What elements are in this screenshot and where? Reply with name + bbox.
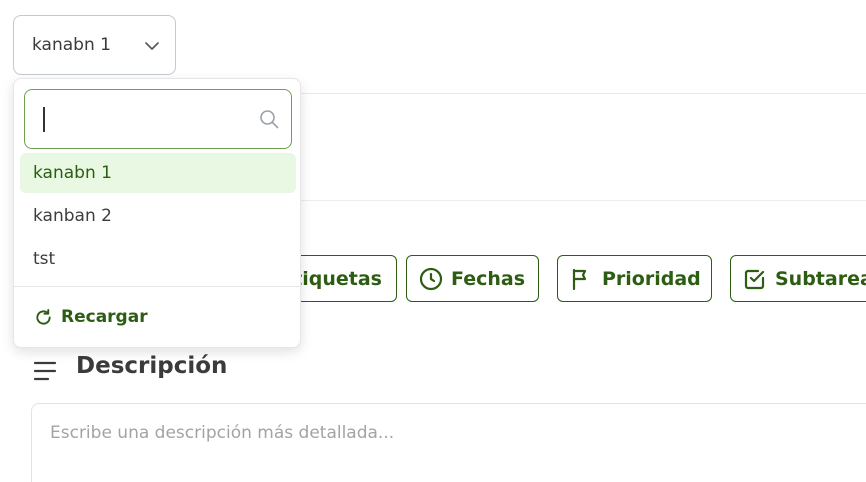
search-field[interactable] — [24, 89, 292, 149]
text-lines-icon — [33, 361, 57, 381]
page: Etiquetas Fechas Prioridad Subtareas Des… — [0, 0, 866, 482]
description-field[interactable]: Escribe una descripción más detallada... — [31, 403, 866, 482]
description-title: Descripción — [76, 353, 228, 379]
text-caret — [43, 107, 45, 132]
dates-button-label: Fechas — [451, 267, 526, 290]
flag-icon — [572, 268, 587, 290]
board-option-label: tst — [33, 249, 56, 269]
refresh-icon — [36, 308, 51, 325]
board-dropdown: kanabn 1 kanban 2 tst Recargar — [13, 78, 301, 348]
reload-button-label: Recargar — [61, 307, 148, 327]
priority-button[interactable]: Prioridad — [557, 255, 712, 302]
description-placeholder: Escribe una descripción más detallada... — [50, 423, 395, 443]
board-option-kanban-2[interactable]: kanban 2 — [20, 196, 296, 236]
dropdown-divider — [14, 286, 300, 287]
board-option-kanabn-1[interactable]: kanabn 1 — [20, 153, 296, 193]
card-divider-top — [300, 93, 866, 94]
chevron-down-icon — [145, 42, 159, 50]
checkbox-icon — [744, 269, 765, 289]
board-option-label: kanban 2 — [33, 206, 112, 226]
card-divider-middle — [300, 200, 866, 201]
subtasks-button-label: Subtareas — [775, 267, 866, 290]
priority-button-label: Prioridad — [602, 267, 701, 290]
search-icon[interactable] — [259, 109, 279, 129]
board-option-tst[interactable]: tst — [20, 239, 296, 279]
reload-button[interactable]: Recargar — [34, 305, 148, 329]
board-select-value: kanabn 1 — [32, 35, 111, 55]
dates-button[interactable]: Fechas — [406, 255, 539, 302]
clock-icon — [419, 267, 443, 290]
search-input[interactable] — [39, 98, 249, 140]
board-option-label: kanabn 1 — [33, 163, 112, 183]
board-select[interactable]: kanabn 1 — [13, 15, 176, 75]
subtasks-button[interactable]: Subtareas — [730, 255, 866, 302]
